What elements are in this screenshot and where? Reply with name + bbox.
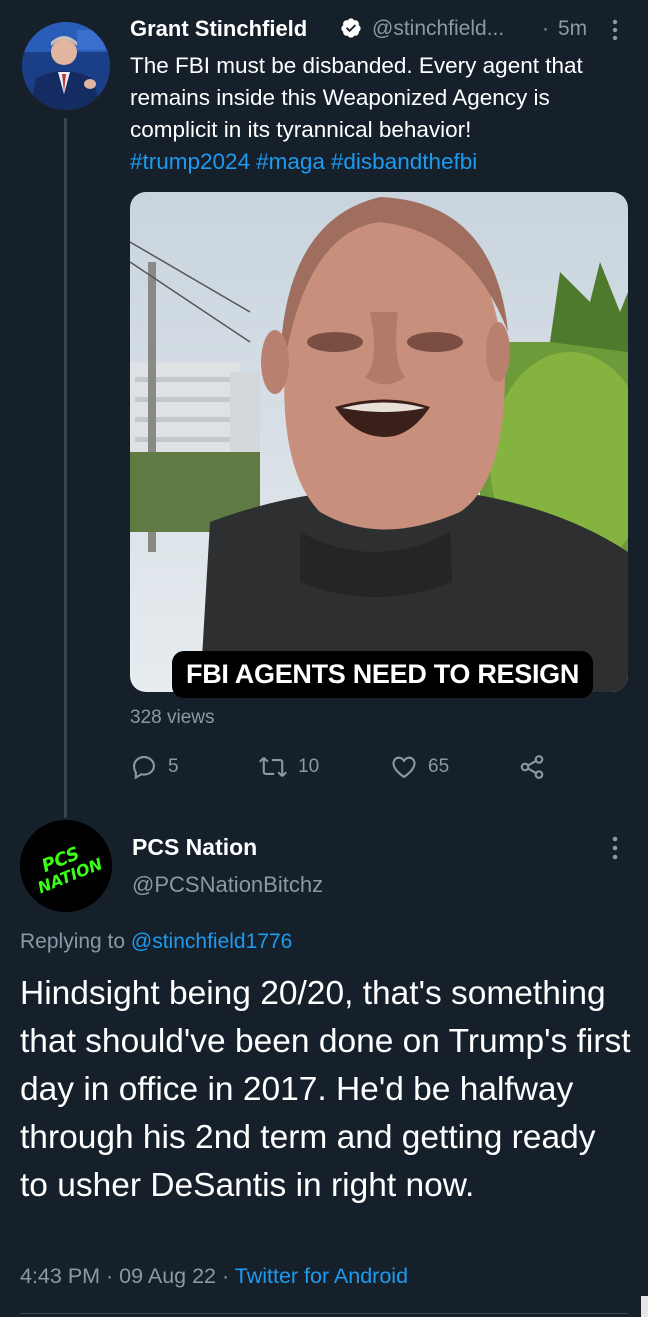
retweet-button[interactable]: 10: [258, 752, 319, 782]
tweet-source-link[interactable]: Twitter for Android: [235, 1264, 408, 1288]
scrollbar-thumb[interactable]: [641, 1296, 648, 1317]
video-caption: FBI AGENTS NEED TO RESIGN: [172, 651, 594, 698]
author-name[interactable]: PCS Nation: [132, 834, 257, 861]
tweet-body: Hindsight being 20/20, that's something …: [20, 975, 631, 1204]
more-icon[interactable]: [608, 17, 622, 43]
like-button[interactable]: 65: [390, 752, 449, 782]
hashtag-link[interactable]: #disbandthefbi: [331, 149, 477, 174]
replying-handle-link[interactable]: @stinchfield1776: [131, 930, 292, 953]
thread-connector-line: [64, 118, 67, 818]
divider: [20, 1313, 628, 1314]
hashtag-link[interactable]: #maga: [256, 149, 325, 174]
tweet-timestamp[interactable]: 4:43 PM · 09 Aug 22 ·: [20, 1264, 235, 1288]
avatar-image: [22, 22, 110, 110]
reply-count: 5: [168, 756, 179, 777]
avatar-pcs-nation[interactable]: PCS NATION: [20, 820, 112, 912]
author-handle[interactable]: @stinchfield...: [372, 17, 504, 41]
replying-prefix: Replying to: [20, 930, 126, 953]
more-icon[interactable]: [608, 834, 622, 862]
video-player[interactable]: [130, 192, 628, 692]
avatar-grant-stinchfield[interactable]: [22, 22, 110, 110]
reply-icon: [133, 756, 155, 780]
tweet-time[interactable]: 5m: [558, 17, 587, 41]
retweet-count: 10: [298, 756, 320, 777]
tweet-body: The FBI must be disbanded. Every agent t…: [130, 53, 583, 142]
hashtag-link[interactable]: #trump2024: [130, 149, 250, 174]
hashtag-list: #trump2024 #maga #disbandthefbi: [130, 146, 483, 178]
pcs-nation-logo: PCS NATION: [20, 820, 112, 912]
verified-badge-icon: [340, 17, 362, 39]
view-count: 328 views: [130, 707, 215, 728]
like-icon: [392, 756, 416, 779]
share-icon: [520, 755, 544, 779]
tweet-meta: 4:43 PM · 09 Aug 22 · Twitter for Androi…: [20, 1264, 408, 1289]
like-count: 65: [428, 756, 450, 777]
author-handle[interactable]: @PCSNationBitchz: [132, 872, 323, 898]
video-thumbnail: [130, 192, 628, 692]
reply-button[interactable]: 5: [130, 752, 179, 782]
separator-dot: ·: [542, 17, 549, 40]
author-name[interactable]: Grant Stinchfield: [130, 16, 307, 42]
retweet-icon: [258, 757, 288, 777]
replying-to: Replying to @stinchfield1776: [20, 930, 292, 954]
share-button[interactable]: [518, 752, 556, 782]
